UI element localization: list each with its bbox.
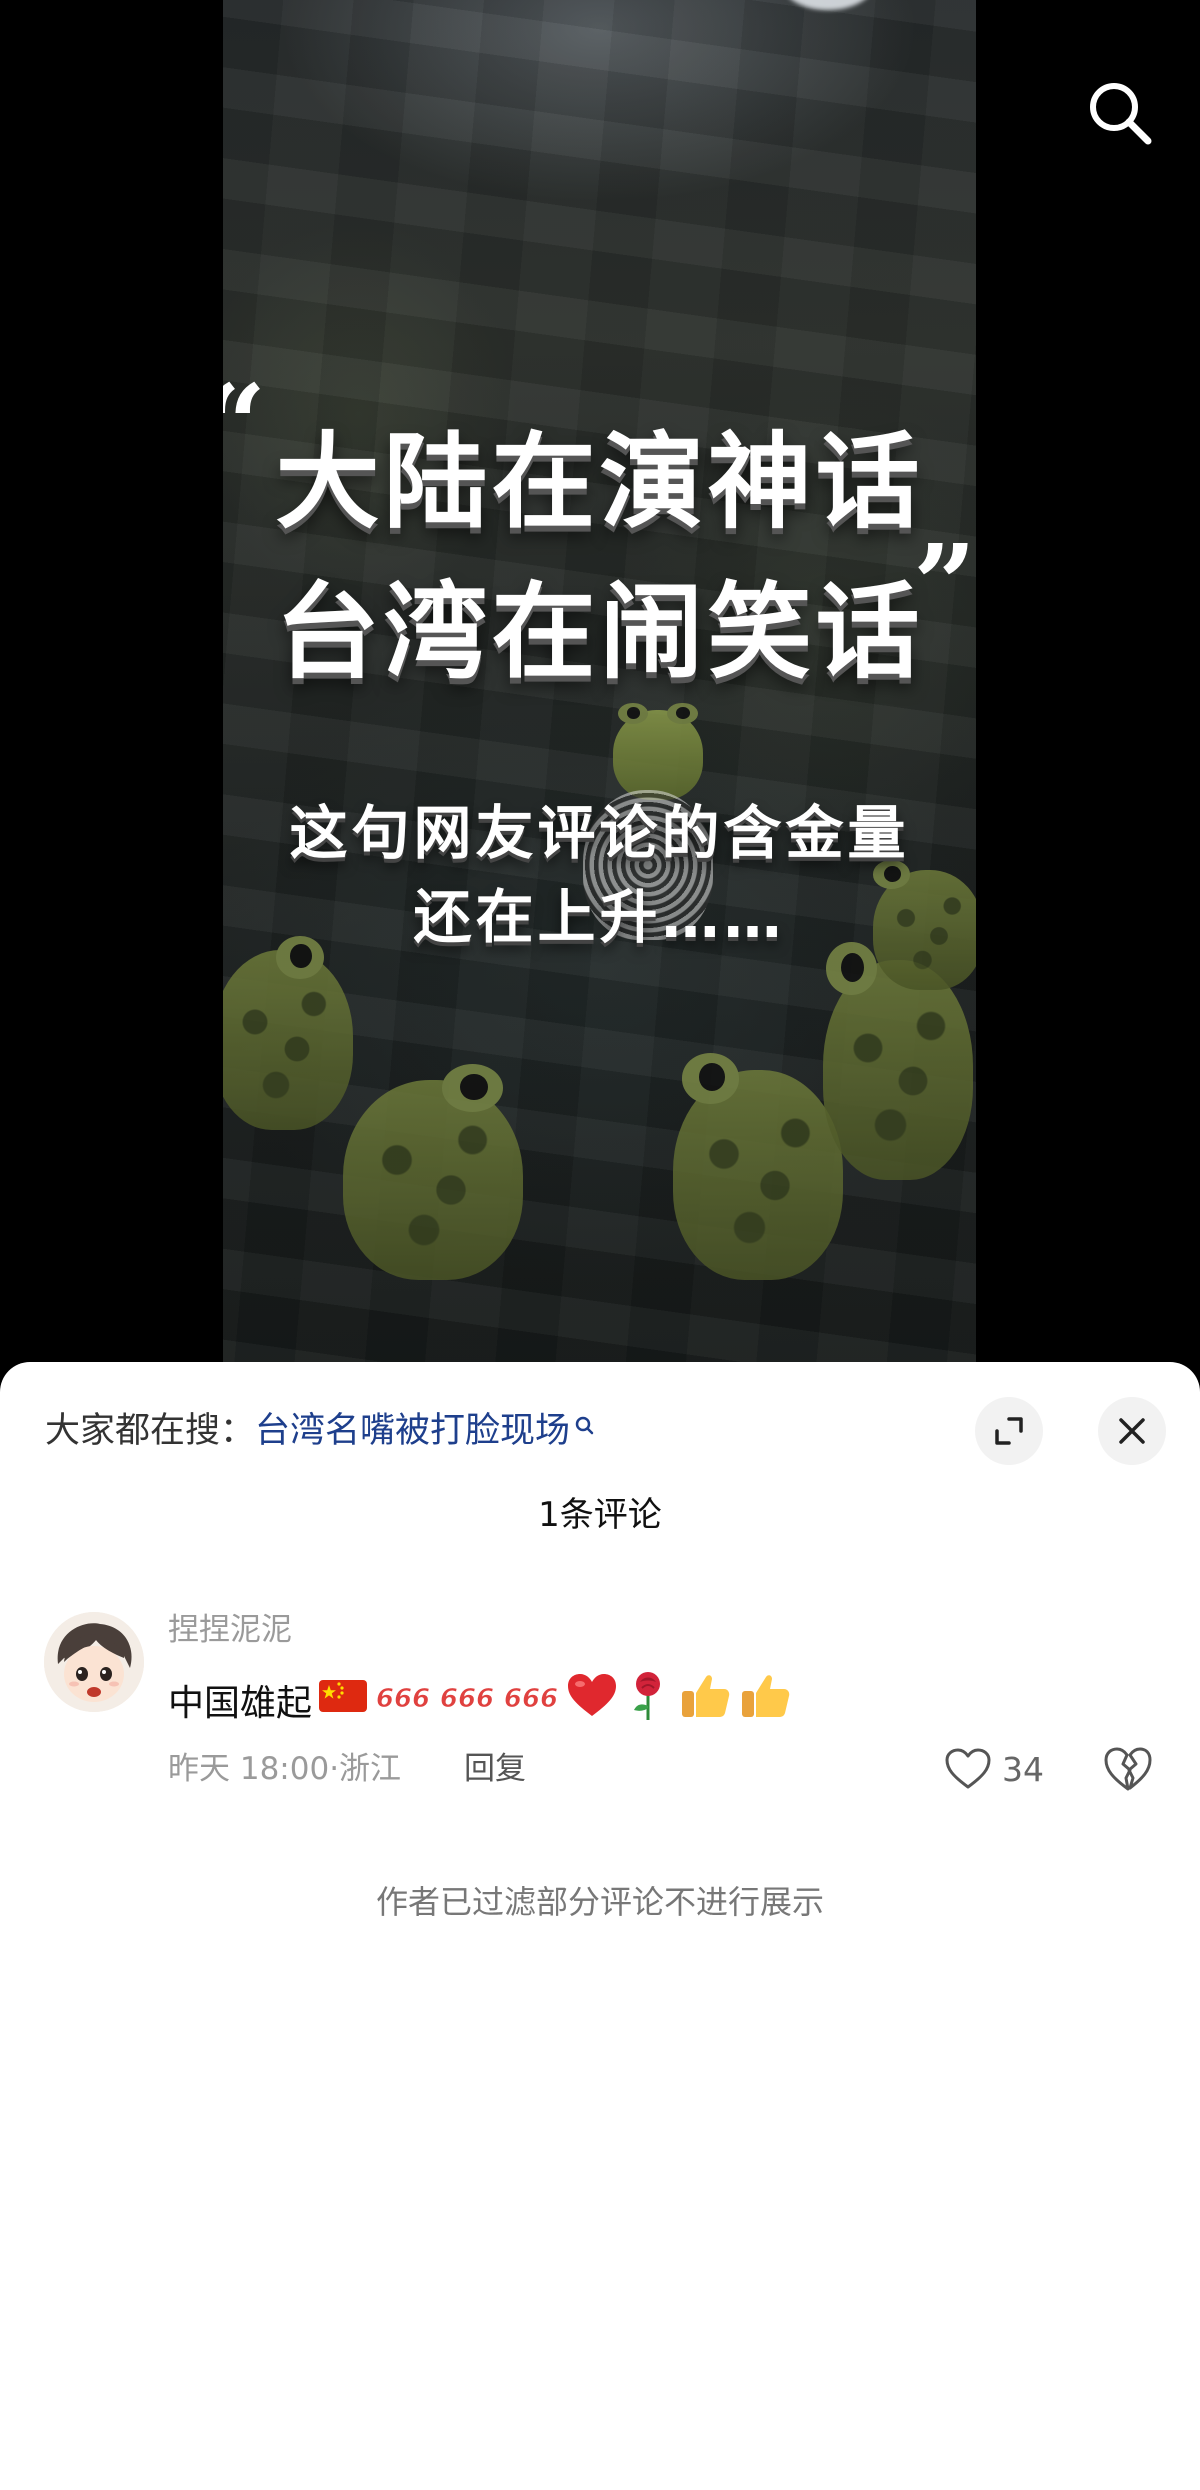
headline-line-1: 大陆在演神话 <box>275 421 924 543</box>
broken-heart-icon <box>1104 1747 1152 1791</box>
expand-icon <box>995 1417 1023 1445</box>
frog-illustration <box>673 1053 843 1280</box>
video-frame[interactable]: “ 大陆在演神话 台湾在闹笑话 ” 这句网友评论的含金量 还在上升…… <box>223 0 976 1380</box>
close-button[interactable] <box>1098 1397 1166 1465</box>
headline-quote-close: ” <box>913 520 976 649</box>
comment-body: 中国雄起 <box>168 1683 313 1724</box>
subtitle-line-2: 还在上升…… <box>413 883 786 951</box>
emoji-666-icon: 666 <box>374 1676 432 1725</box>
emoji-666-icon: 666 <box>502 1676 560 1725</box>
trending-prefix: 大家都在搜： <box>45 1411 256 1451</box>
search-button[interactable] <box>1085 78 1155 148</box>
heart-outline-icon <box>945 1748 991 1789</box>
svg-text:666: 666 <box>504 1684 558 1714</box>
trending-search-bar: 大家都在搜：台湾名嘴被打脸现场 <box>45 1406 596 1456</box>
headline-line-2: 台湾在闹笑话 <box>275 571 924 693</box>
like-button[interactable]: 34 <box>944 1742 1044 1796</box>
close-icon <box>1119 1418 1145 1444</box>
emoji-666-icon: 666 <box>438 1676 496 1725</box>
search-icon[interactable] <box>574 1406 596 1456</box>
thumbs-up-icon <box>738 1671 792 1730</box>
comment-text: 中国雄起 666 666 666 <box>168 1670 792 1731</box>
subtitle-line-1: 这句网友评论的含金量 <box>289 799 910 867</box>
comment-time-location: 昨天 18:00·浙江 <box>168 1751 402 1787</box>
search-icon <box>1090 83 1152 145</box>
comment-username[interactable]: 捏捏泥泥 <box>168 1608 292 1652</box>
frog-illustration <box>223 935 353 1130</box>
frog-illustration <box>613 702 703 800</box>
frog-illustration <box>343 1064 523 1280</box>
reply-button[interactable]: 回复 <box>464 1747 526 1791</box>
rose-icon <box>624 1670 672 1731</box>
svg-text:666: 666 <box>376 1684 430 1714</box>
like-count: 34 <box>1002 1749 1044 1789</box>
svg-text:666: 666 <box>440 1684 494 1714</box>
expand-button[interactable] <box>975 1397 1043 1465</box>
comment-sheet: 大家都在搜：台湾名嘴被打脸现场 1条评论 捏捏泥泥 中国雄起 666 666 6… <box>0 1362 1200 2490</box>
frog-illustration <box>823 942 973 1180</box>
thumbs-up-icon <box>678 1671 732 1730</box>
filtered-comments-notice: 作者已过滤部分评论不进行展示 <box>375 1883 824 1921</box>
comment-count: 1条评论 <box>538 1495 662 1535</box>
red-heart-icon <box>566 1672 618 1729</box>
trending-query-link[interactable]: 台湾名嘴被打脸现场 <box>255 1411 570 1451</box>
dislike-button[interactable] <box>1103 1744 1153 1794</box>
china-flag-icon <box>318 1678 368 1723</box>
avatar[interactable] <box>44 1612 144 1712</box>
screen: “ 大陆在演神话 台湾在闹笑话 ” 这句网友评论的含金量 还在上升…… 大家都在… <box>0 0 1200 2490</box>
